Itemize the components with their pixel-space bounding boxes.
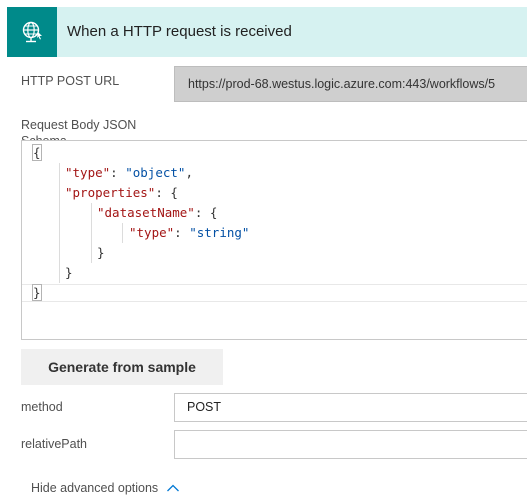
trigger-header[interactable]: When a HTTP request is received xyxy=(7,7,527,57)
code-line: "datasetName": { xyxy=(22,203,527,223)
method-label: method xyxy=(21,400,63,414)
json-separator: : xyxy=(194,205,210,220)
code-line: "properties": { xyxy=(22,183,527,203)
json-separator: : xyxy=(174,225,190,240)
json-comma: , xyxy=(185,165,193,180)
json-value: "string" xyxy=(189,225,250,240)
code-line: } xyxy=(22,283,527,303)
json-brace: { xyxy=(170,185,178,200)
globe-request-icon xyxy=(7,7,57,57)
method-field[interactable]: POST xyxy=(174,393,527,422)
url-label: HTTP POST URL xyxy=(21,74,120,88)
json-key: "properties" xyxy=(65,185,156,200)
json-brace: { xyxy=(32,144,42,161)
json-brace: } xyxy=(32,284,42,301)
json-separator: : xyxy=(110,165,126,180)
code-line: "type": "object", xyxy=(22,163,527,183)
json-brace: } xyxy=(65,265,73,280)
json-brace: { xyxy=(209,205,218,220)
http-post-url-field[interactable]: https://prod-68.westus.logic.azure.com:4… xyxy=(174,66,527,102)
json-schema-editor[interactable]: { "type": "object", "properties": { "dat… xyxy=(21,140,527,340)
relative-path-field[interactable] xyxy=(174,430,527,459)
json-value: "object" xyxy=(125,165,186,180)
trigger-card: When a HTTP request is received HTTP POS… xyxy=(0,0,527,500)
code-line: { xyxy=(22,143,527,163)
generate-from-sample-button[interactable]: Generate from sample xyxy=(21,349,223,385)
trigger-title: When a HTTP request is received xyxy=(67,23,292,40)
json-brace: } xyxy=(97,245,105,260)
relative-path-label: relativePath xyxy=(21,437,88,451)
code-line: } xyxy=(22,243,527,263)
code-line: } xyxy=(22,263,527,283)
json-key: "datasetName" xyxy=(97,205,195,220)
json-key: "type" xyxy=(65,165,111,180)
code-line: "type": "string" xyxy=(22,223,527,243)
json-separator: : xyxy=(155,185,171,200)
hide-advanced-options-toggle[interactable]: Hide advanced options xyxy=(31,478,180,498)
advanced-options-label: Hide advanced options xyxy=(31,481,159,495)
json-key: "type" xyxy=(129,225,175,240)
chevron-up-icon xyxy=(166,483,180,493)
